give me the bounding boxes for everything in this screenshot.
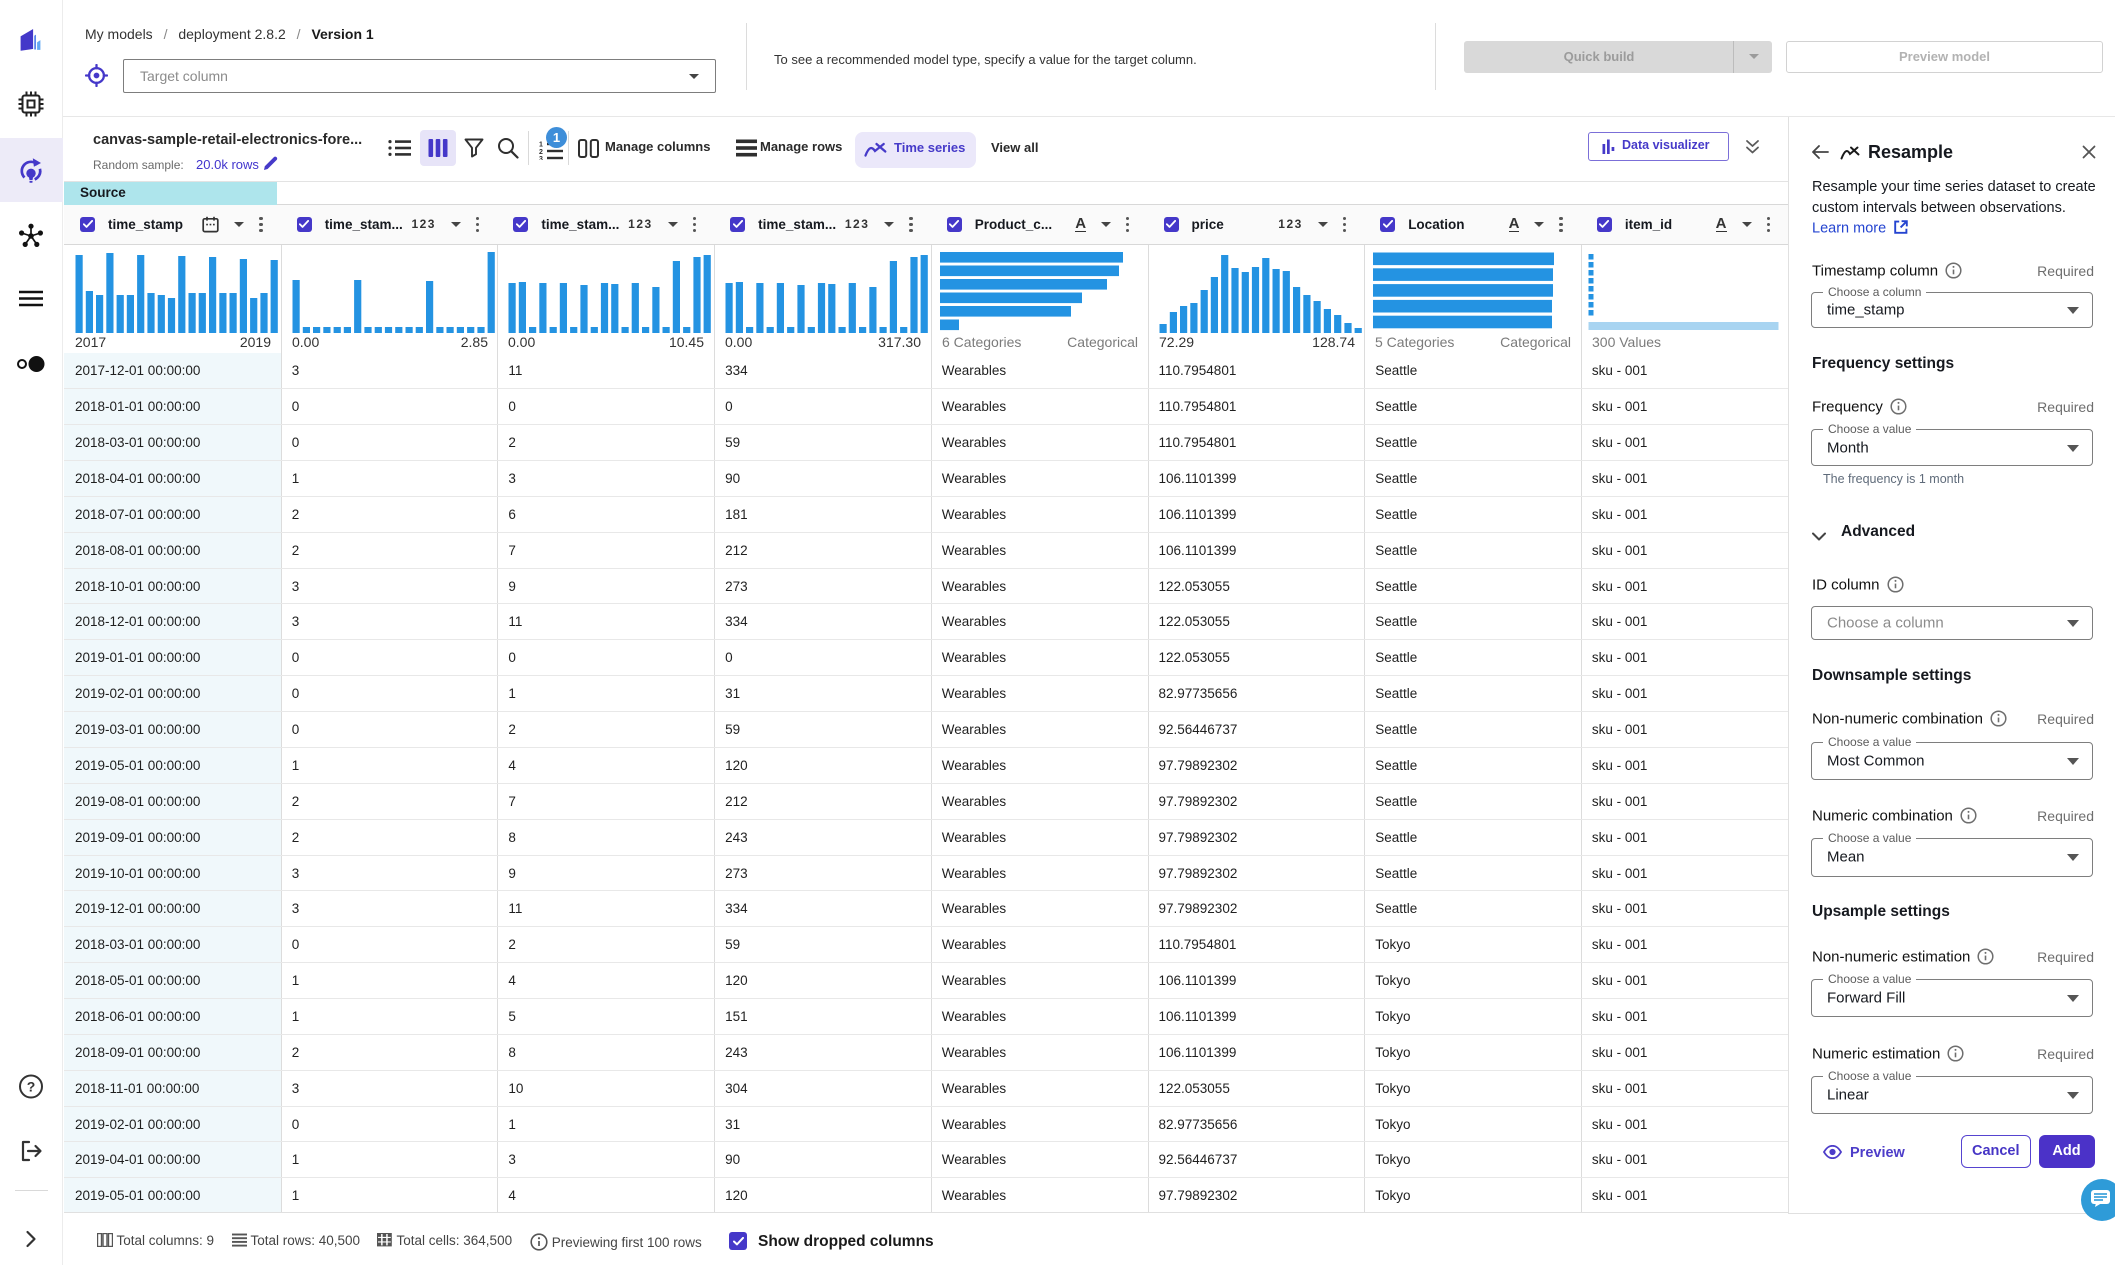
svg-text:0.00: 0.00 xyxy=(292,334,319,350)
svg-text:1: 1 xyxy=(539,142,543,149)
svg-text:Categorical: Categorical xyxy=(1500,334,1571,350)
svg-text:2: 2 xyxy=(539,149,543,156)
svg-text:3: 3 xyxy=(539,156,543,160)
svg-text:0.00: 0.00 xyxy=(508,334,535,350)
svg-text:0.00: 0.00 xyxy=(725,334,752,350)
svg-text:10.45: 10.45 xyxy=(669,334,704,350)
svg-text:317.30: 317.30 xyxy=(878,334,921,350)
svg-text:5 Categories: 5 Categories xyxy=(1375,334,1454,350)
svg-text:72.29: 72.29 xyxy=(1159,334,1194,350)
svg-text:2017: 2017 xyxy=(75,334,106,350)
svg-text:?: ? xyxy=(27,1079,36,1095)
svg-text:2.85: 2.85 xyxy=(460,334,487,350)
svg-text:Categorical: Categorical xyxy=(1067,334,1138,350)
svg-text:2019: 2019 xyxy=(240,334,271,350)
svg-text:128.74: 128.74 xyxy=(1312,334,1355,350)
svg-text:300 Values: 300 Values xyxy=(1592,334,1661,350)
svg-text:6 Categories: 6 Categories xyxy=(942,334,1021,350)
